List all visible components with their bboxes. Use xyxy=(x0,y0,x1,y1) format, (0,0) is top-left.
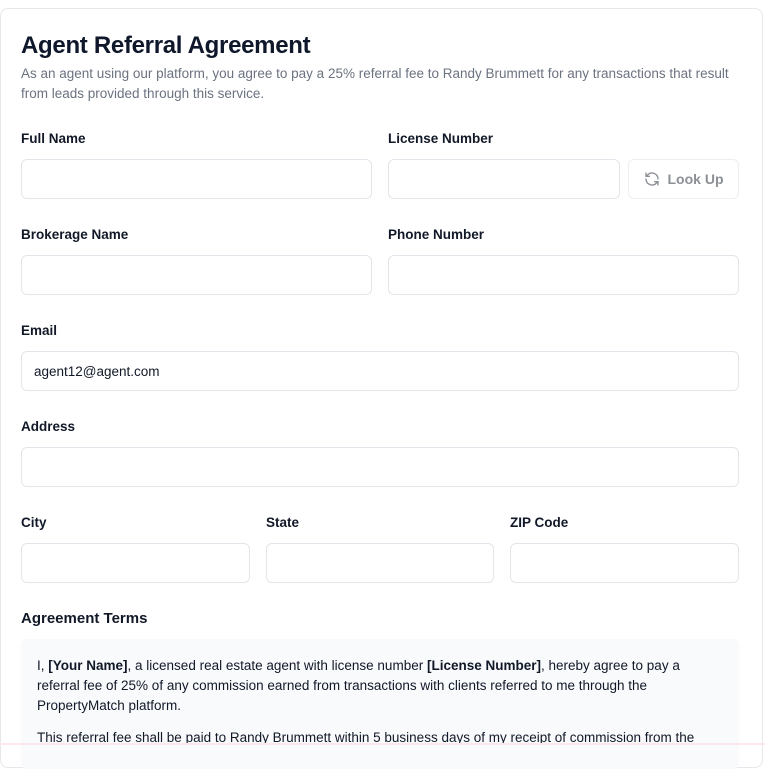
phone-number-input[interactable] xyxy=(388,255,739,295)
look-up-label: Look Up xyxy=(667,171,724,187)
refresh-icon xyxy=(644,171,660,187)
terms-text: I, xyxy=(37,658,49,673)
page-description: As an agent using our platform, you agre… xyxy=(21,66,729,101)
full-name-label: Full Name xyxy=(21,131,86,146)
terms-paragraph-1: I, [Your Name], a licensed real estate a… xyxy=(37,656,723,716)
agreement-terms-box: I, [Your Name], a licensed real estate a… xyxy=(21,639,739,769)
zip-code-input[interactable] xyxy=(510,543,739,583)
zip-code-label: ZIP Code xyxy=(510,515,569,530)
email-input[interactable] xyxy=(21,351,739,391)
city-label: City xyxy=(21,515,47,530)
terms-text: , a licensed real estate agent with lice… xyxy=(127,658,427,673)
full-name-input[interactable] xyxy=(21,159,372,199)
address-input[interactable] xyxy=(21,447,739,487)
page-title: Agent Referral Agreement xyxy=(21,32,311,59)
state-label: State xyxy=(266,515,300,530)
license-number-placeholder: [License Number] xyxy=(426,658,541,673)
license-number-input[interactable] xyxy=(388,159,620,199)
terms-paragraph-2: This referral fee shall be paid to Randy… xyxy=(37,730,695,745)
state-input[interactable] xyxy=(266,543,494,583)
look-up-button[interactable]: Look Up xyxy=(628,159,739,199)
email-label: Email xyxy=(21,323,58,338)
phone-number-label: Phone Number xyxy=(388,227,485,242)
address-label: Address xyxy=(21,419,76,434)
license-number-label: License Number xyxy=(388,131,494,146)
brokerage-name-input[interactable] xyxy=(21,255,372,295)
your-name-placeholder: [Your Name] xyxy=(48,658,128,673)
brokerage-name-label: Brokerage Name xyxy=(21,227,129,242)
city-input[interactable] xyxy=(21,543,250,583)
agreement-terms-title: Agreement Terms xyxy=(21,610,148,627)
